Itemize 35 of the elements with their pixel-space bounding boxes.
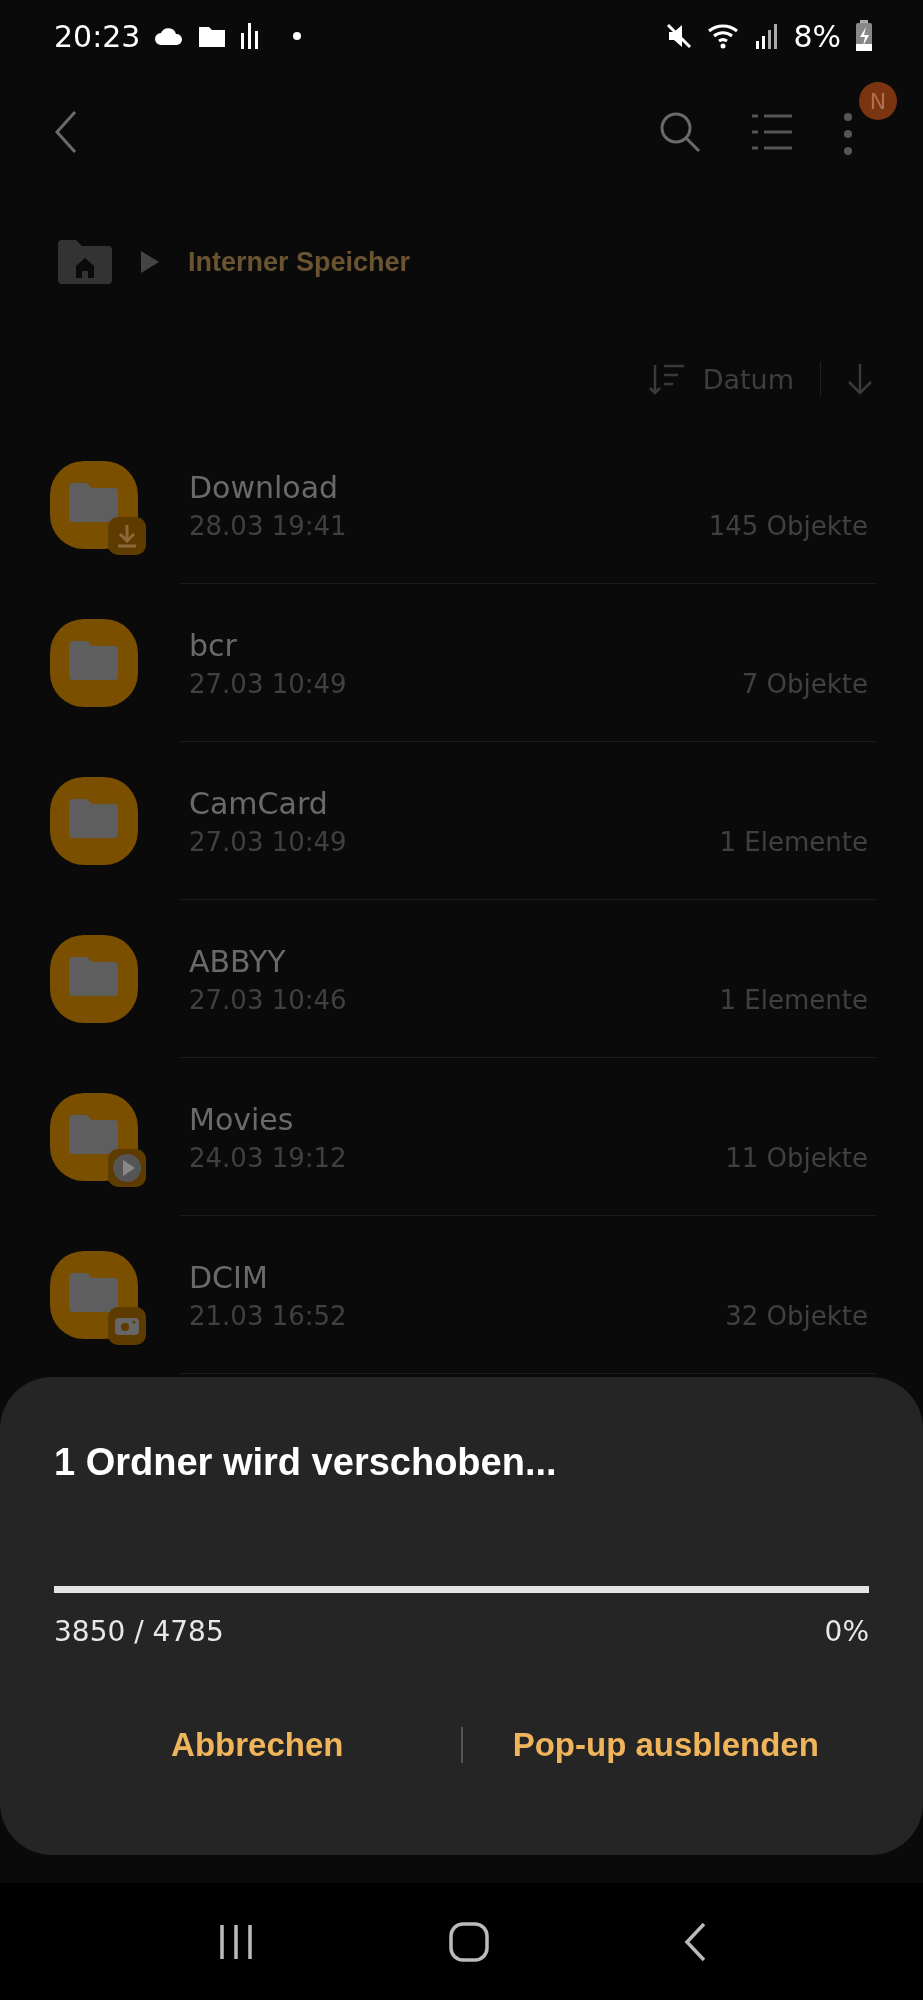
camera-icon [108,1307,146,1345]
status-time: 20:23 [54,18,141,54]
bar-chart-icon [240,23,261,49]
folder-icon [50,935,138,1023]
signal-icon [755,23,780,49]
folder-icon [50,619,138,707]
folder-name[interactable]: DCIM [189,1259,923,1295]
battery-percent: 8% [793,18,841,54]
progress-percent: 0% [824,1615,869,1648]
triangle-right-icon [140,250,160,274]
folder-icon [198,24,227,48]
home-icon[interactable] [448,1921,489,1962]
battery-charging-icon [855,20,873,52]
back-icon[interactable] [683,1921,706,1962]
recent-apps-icon[interactable] [217,1923,254,1960]
search-icon[interactable] [659,111,701,153]
dot-icon [292,31,303,41]
folder-icon [50,777,138,865]
list-view-icon[interactable] [751,114,793,150]
progress-count: 3850 / 4785 [54,1615,224,1648]
notification-badge: N [859,82,897,120]
folder-name[interactable]: Movies [189,1101,923,1137]
cloud-icon [154,26,185,46]
mute-icon [665,22,694,50]
breadcrumb-path[interactable]: Interner Speicher [188,246,411,278]
folder-name[interactable]: ABBYY [189,943,923,979]
folder-name[interactable]: CamCard [189,785,923,821]
dialog-title: 1 Ordner wird verschoben... [54,1441,558,1484]
cancel-button[interactable]: Abbrechen [54,1716,461,1774]
download-icon [108,517,146,555]
folder-name[interactable]: bcr [189,627,923,663]
more-icon[interactable] [843,112,853,156]
hide-popup-button[interactable]: Pop-up ausblenden [462,1716,869,1774]
folder-name[interactable]: Download [189,469,923,505]
play-icon [108,1149,146,1187]
